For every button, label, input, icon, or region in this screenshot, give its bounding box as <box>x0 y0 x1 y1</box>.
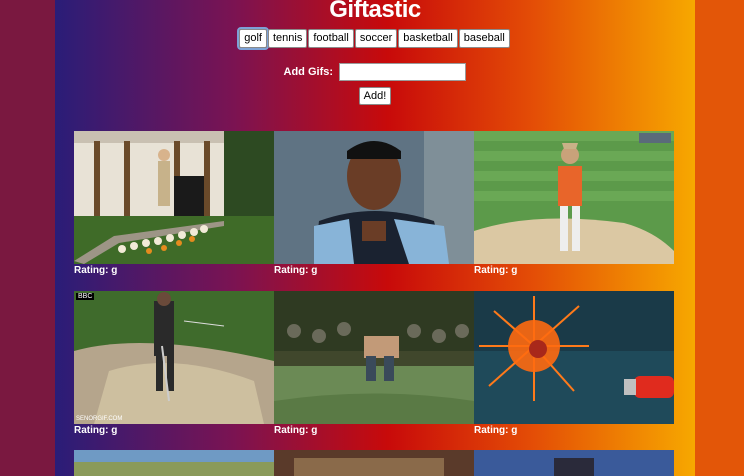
add-gif-input[interactable] <box>339 63 467 81</box>
gif-watermark: SENORGIF.COM <box>76 416 123 422</box>
gif-rating: Rating: g <box>74 265 118 276</box>
gif-image[interactable] <box>274 291 474 424</box>
gif-image[interactable] <box>274 131 474 264</box>
gif-image[interactable] <box>274 450 474 476</box>
gif-rating: Rating: g <box>74 425 118 436</box>
add-gif-button[interactable]: Add! <box>358 87 392 105</box>
gif-image[interactable] <box>474 450 674 476</box>
gif-rating: Rating: g <box>274 425 318 436</box>
gif-rating: Rating: g <box>274 265 318 276</box>
gif-rating: Rating: g <box>474 265 518 276</box>
topic-button-football[interactable]: football <box>308 29 354 48</box>
gif-image[interactable] <box>474 291 674 424</box>
gif-image[interactable] <box>74 131 274 264</box>
topic-button-golf[interactable]: golf <box>237 27 269 50</box>
topic-button-soccer[interactable]: soccer <box>354 29 398 48</box>
page-title: Giftastic <box>329 0 421 23</box>
gif-rating: Rating: g <box>474 425 518 436</box>
add-gif-label: Add Gifs: <box>283 66 334 78</box>
topic-button-row: golf tennis football soccer basketball b… <box>55 27 695 50</box>
page-container: Giftastic golf tennis football soccer ba… <box>55 0 695 476</box>
page-background-right <box>695 0 744 476</box>
topic-button-tennis[interactable]: tennis <box>267 29 308 48</box>
add-gif-form: Add Gifs: <box>55 63 695 81</box>
topic-button-basketball[interactable]: basketball <box>398 29 458 48</box>
gif-image[interactable] <box>474 131 674 264</box>
gif-image[interactable]: BBC SENORGIF.COM <box>74 291 274 424</box>
topic-button-baseball[interactable]: baseball <box>458 29 510 48</box>
gif-image[interactable] <box>74 450 274 476</box>
bbc-logo: BBC <box>76 293 95 300</box>
